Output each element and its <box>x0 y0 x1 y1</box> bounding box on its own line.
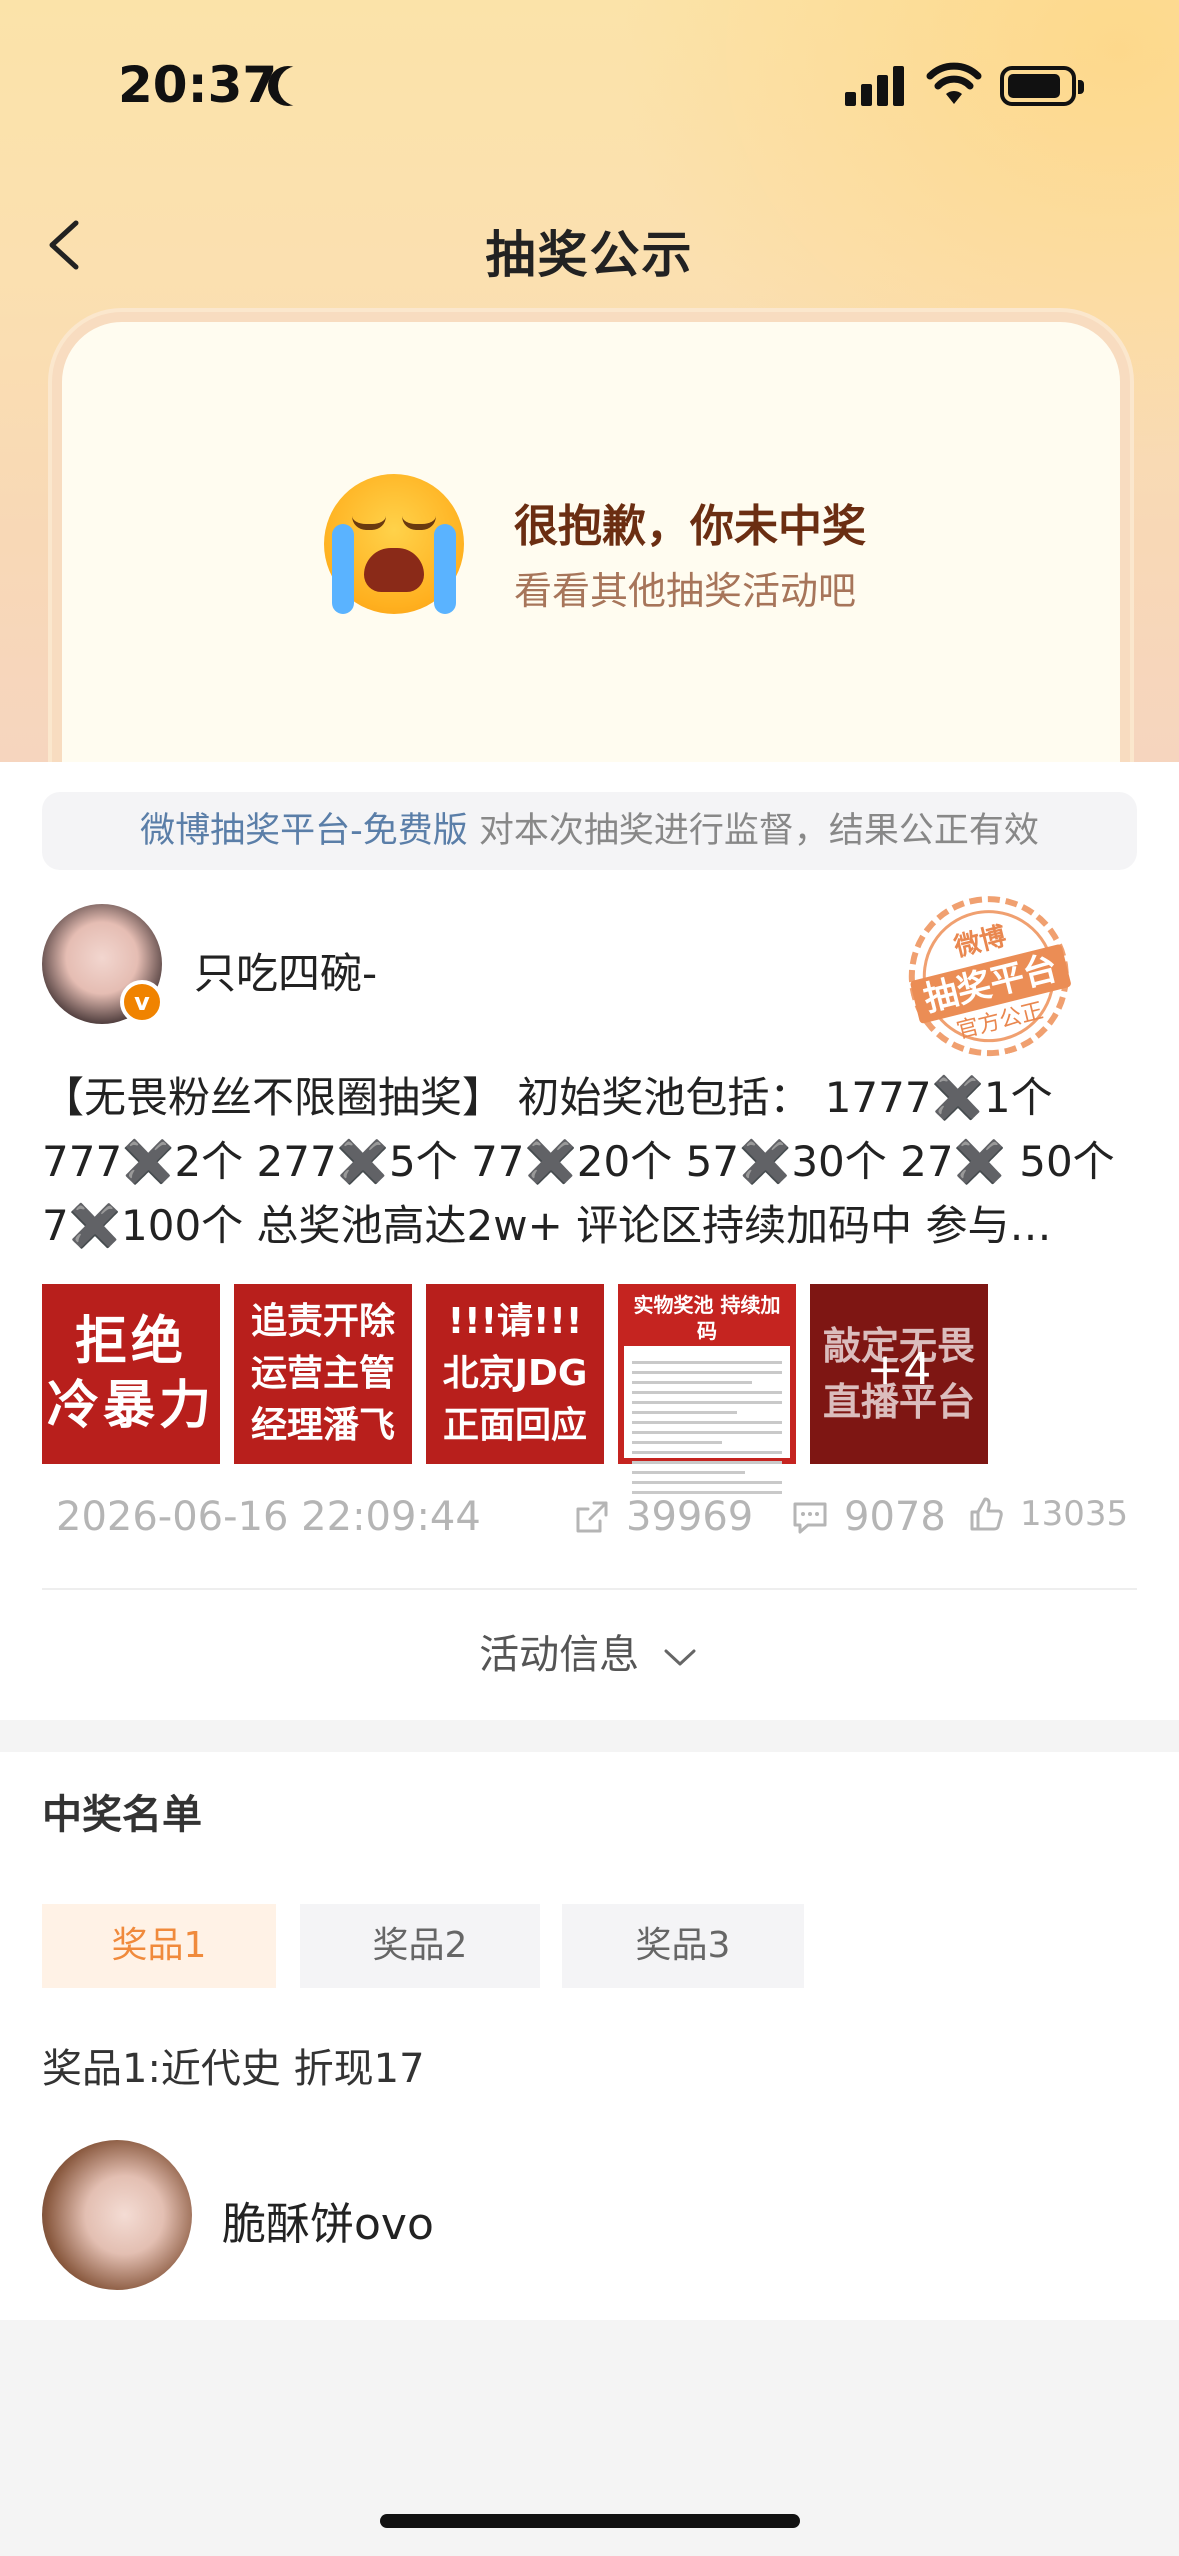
author-name[interactable]: 只吃四碗- <box>194 940 377 1001</box>
activity-info-label: 活动信息 <box>479 1632 640 1678</box>
post-image-4[interactable]: 实物奖池 持续加码 <box>618 1284 796 1494</box>
do-not-disturb-moon-icon <box>278 66 318 106</box>
result-subtitle[interactable]: 看看其他抽奖活动吧 <box>514 560 856 615</box>
verified-v-icon: v <box>120 980 164 1024</box>
comment-icon <box>793 1502 827 1534</box>
supervision-text: 对本次抽奖进行监督，结果公正有效 <box>467 811 1039 851</box>
chevron-down-icon <box>664 1649 696 1666</box>
tab-prize-3[interactable]: 奖品3 <box>562 1904 804 1988</box>
supervision-banner: 微博抽奖平台-免费版 对本次抽奖进行监督，结果公正有效 <box>42 792 1137 870</box>
lottery-post-panel: 微博抽奖平台-免费版 对本次抽奖进行监督，结果公正有效 v 只吃四碗- 微博 抽… <box>0 762 1179 1720</box>
more-images-count: +4 <box>866 1344 932 1395</box>
image-caption-line: 运营主管 <box>250 1353 395 1394</box>
image-caption-line: !!!请!!! <box>447 1301 583 1342</box>
winner-avatar[interactable] <box>42 2140 192 2290</box>
post-date: 2026-06-16 22:09:44 <box>56 1494 481 1540</box>
image-header: 实物奖池 持续加码 <box>624 1290 790 1346</box>
activity-info-toggle[interactable]: 活动信息 <box>0 1622 1179 1680</box>
post-meta: 2026-06-16 22:09:44 39969 9078 13035 <box>42 1494 1137 1554</box>
comment-stat[interactable]: 9078 <box>790 1494 946 1540</box>
document-lines <box>624 1346 790 1509</box>
result-title: 很抱歉，你未中奖 <box>514 501 866 552</box>
platform-link[interactable]: 微博抽奖平台-免费版 <box>140 811 468 851</box>
post-image-2[interactable]: 追责开除 运营主管 经理潘飞 <box>234 1284 412 1464</box>
crying-face-icon <box>324 474 464 614</box>
winner-name[interactable]: 脆酥饼ovo <box>222 2188 434 2252</box>
winners-title: 中奖名单 <box>42 1792 202 1838</box>
wifi-icon <box>926 62 982 104</box>
home-indicator[interactable] <box>380 2514 800 2528</box>
like-count: 13035 <box>1020 1494 1129 1534</box>
share-stat[interactable]: 39969 <box>572 1494 753 1540</box>
tab-prize-1[interactable]: 奖品1 <box>42 1904 276 1988</box>
image-caption-line: 冷暴力 <box>46 1376 215 1436</box>
post-image-1[interactable]: 拒绝 冷暴力 <box>42 1284 220 1464</box>
post-image-5[interactable]: 敲定无畏 直播平台 +4 <box>810 1284 988 1464</box>
share-icon <box>576 1501 608 1533</box>
share-count: 39969 <box>626 1494 754 1540</box>
divider <box>42 1588 1137 1590</box>
official-stamp: 微博 抽奖平台 官方公正 <box>863 872 1118 1090</box>
image-caption-line: 追责开除 <box>250 1301 395 1342</box>
image-caption-line: 拒绝 <box>74 1312 187 1372</box>
post-body[interactable]: 【无畏粉丝不限圈抽奖】 初始奖池包括： 1777✖️1个 777✖️2个 277… <box>42 1066 1142 1258</box>
image-caption-line: 北京JDG <box>442 1353 588 1394</box>
comment-count: 9078 <box>844 1494 946 1540</box>
tab-prize-2[interactable]: 奖品2 <box>300 1904 540 1988</box>
thumbs-up-icon <box>970 1497 1003 1531</box>
battery-icon <box>1000 66 1084 106</box>
status-bar: 20:37 <box>0 0 1179 170</box>
prize-description: 奖品1:近代史 折现17 <box>42 2046 425 2092</box>
status-time: 20:37 <box>118 56 278 114</box>
nav-bar: 抽奖公示 <box>0 195 1179 295</box>
image-caption-line: 正面回应 <box>442 1405 587 1446</box>
post-image-3[interactable]: !!!请!!! 北京JDG 正面回应 <box>426 1284 604 1464</box>
winners-section: 中奖名单 奖品1 奖品2 奖品3 奖品1:近代史 折现17 脆酥饼ovo <box>0 1752 1179 2320</box>
like-stat[interactable]: 13035 <box>966 1494 1128 1534</box>
page-title: 抽奖公示 <box>485 226 694 284</box>
image-caption-line: 经理潘飞 <box>250 1405 395 1446</box>
cellular-signal-icon <box>845 64 905 106</box>
